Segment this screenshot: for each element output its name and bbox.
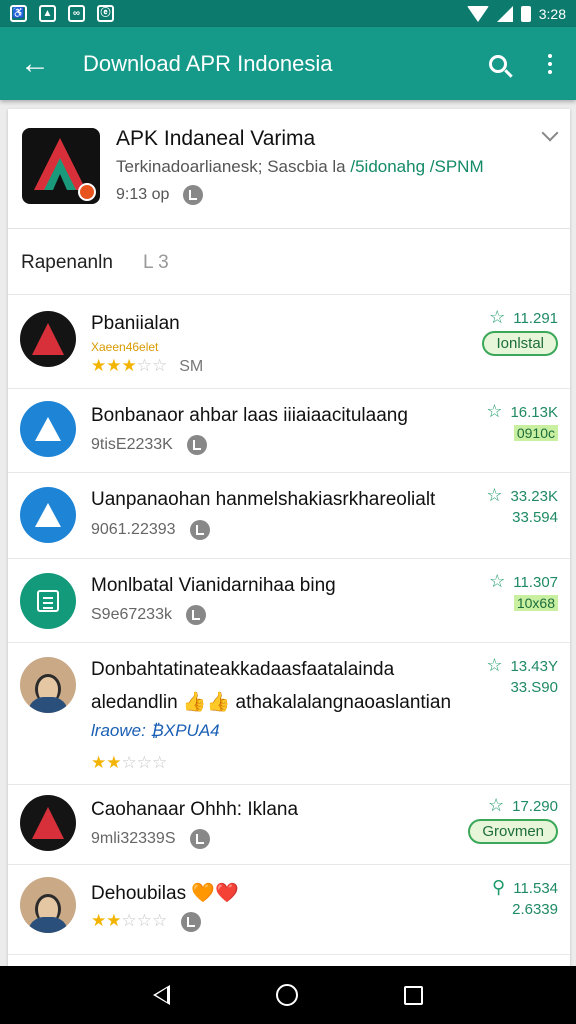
- more-vert-button[interactable]: [524, 27, 576, 100]
- verified-icon: [181, 911, 202, 932]
- list-item[interactable]: Uanpanaohan hanmelshakiasrkhareolialt 90…: [8, 473, 570, 559]
- item-rating: 11.291: [513, 310, 558, 327]
- install-button[interactable]: Ionlstal: [482, 331, 558, 356]
- store-icon: ⓔ: [97, 5, 114, 22]
- nav-home-icon[interactable]: [276, 984, 298, 1006]
- section-label: Rapenanln: [21, 252, 113, 273]
- app-time: 9:13 op: [116, 185, 204, 205]
- app-sub-link[interactable]: /5idonahg /SPNM: [350, 157, 483, 176]
- item-count: 2.6339: [512, 901, 558, 918]
- star-icon: ☆: [487, 795, 505, 815]
- star-icon: ☆: [486, 401, 503, 421]
- app-avatar-icon: [20, 311, 76, 367]
- user-avatar: [20, 877, 76, 933]
- item-meta: 9mli32339S: [91, 829, 210, 849]
- battery-icon: [520, 5, 531, 22]
- app-avatar-icon: [20, 795, 76, 851]
- search-button[interactable]: [472, 27, 524, 100]
- app-header[interactable]: APK Indaneal Varima Terkinadoarlianesk; …: [8, 109, 570, 229]
- status-bar: ♿ ▲ ∞ ⓔ 3:28: [0, 0, 576, 27]
- item-title: Pbaniialan: [91, 313, 180, 334]
- nav-recents-icon[interactable]: [404, 985, 423, 1005]
- star-icon: ☆: [489, 307, 506, 327]
- clock: 3:28: [538, 5, 566, 22]
- accessibility-icon: ♿: [10, 5, 27, 22]
- item-title-line2: aledandlin 👍👍 athakalalangnaoaslantian: [91, 692, 452, 713]
- user-avatar: [20, 657, 76, 713]
- verified-icon: [185, 605, 206, 625]
- item-stats: ☆ 33.23K 33.594: [486, 485, 558, 526]
- section-count: L 3: [143, 252, 169, 273]
- item-badge: 10x68: [513, 595, 558, 611]
- rating-stars: ★★☆☆☆: [91, 911, 202, 932]
- item-accent: Xaeen46elet: [91, 340, 159, 354]
- item-stats: ☆ 13.43Y 33.S90: [486, 655, 558, 696]
- document-avatar-icon: [20, 573, 76, 629]
- signal-icon: [496, 5, 513, 22]
- navigation-avatar-icon: [20, 487, 76, 543]
- list-item[interactable]: Donbahtatinateakkadaasfaatalainda aledan…: [8, 643, 570, 785]
- star-icon: ☆: [486, 655, 503, 675]
- navigation-avatar-icon: [20, 401, 76, 457]
- lock-icon: ⚲: [492, 877, 506, 897]
- item-count: 33.594: [512, 509, 558, 526]
- item-count: 33.S90: [510, 679, 558, 696]
- more-vert-icon: [548, 53, 552, 74]
- item-title: Donbahtatinateakkadaasfaatalainda: [91, 659, 395, 680]
- content-card: APK Indaneal Varima Terkinadoarlianesk; …: [8, 109, 570, 967]
- search-icon: [489, 54, 507, 73]
- item-badge: 0910c: [513, 425, 558, 441]
- page-title: Download APR Indonesia: [83, 50, 333, 76]
- verified-icon: [183, 185, 204, 205]
- nav-back-icon[interactable]: [153, 985, 170, 1005]
- item-tag: lraowe: ₿XPUA4: [91, 721, 220, 740]
- wifi-icon: [466, 5, 489, 22]
- rating-stars: ★★★☆☆ SM: [91, 356, 204, 375]
- image-icon: ▲: [39, 5, 56, 22]
- arrow-left-icon[interactable]: ←: [0, 27, 70, 100]
- list-item[interactable]: Pbaniialan Xaeen46elet ★★★☆☆ SM ☆ 11.291 I…: [8, 295, 570, 389]
- item-title: Monlbatal Vianidarnihaa bing: [91, 575, 336, 596]
- system-nav-bar: [0, 966, 576, 1024]
- section-header: Rapenanln L 3: [8, 229, 570, 295]
- item-stats: ☆ 17.290 Grovmen: [468, 795, 558, 844]
- app-name: APK Indaneal Varima: [116, 127, 316, 150]
- list-item[interactable]: Bonbanaor ahbar laas iiiaiaacitulaang 9t…: [8, 389, 570, 473]
- item-stats: ☆ 16.13K 0910c: [486, 401, 558, 441]
- verified-icon: [186, 435, 207, 455]
- rating-stars: ★★☆☆☆: [91, 753, 168, 772]
- list-item[interactable]: Dehoubilas 🧡❤️ ★★☆☆☆ ⚲ 11.534 2.6339: [8, 865, 570, 955]
- chevron-down-icon[interactable]: [541, 124, 559, 142]
- star-icon: ☆: [486, 485, 503, 505]
- item-stats: ☆ 11.307 10x68: [489, 571, 558, 611]
- action-button[interactable]: Grovmen: [468, 819, 558, 844]
- item-meta: S9e67233k: [91, 605, 206, 625]
- list-item[interactable]: Monlbatal Vianidarnihaa bing S9e67233k ☆…: [8, 559, 570, 643]
- app-bar: ← Download APR Indonesia: [0, 27, 576, 100]
- item-meta: 9tisE2233K: [91, 435, 207, 455]
- verified-icon: [189, 829, 210, 849]
- item-title: Dehoubilas 🧡❤️: [91, 883, 239, 904]
- item-title: Uanpanaohan hanmelshakiasrkhareolialt: [91, 489, 436, 510]
- item-title: Bonbanaor ahbar laas iiiaiaacitulaang: [91, 405, 408, 426]
- item-stats: ⚲ 11.534 2.6339: [492, 877, 558, 918]
- item-stats: ☆ 11.291 Ionlstal: [482, 307, 558, 356]
- item-meta: 9061.22393: [91, 520, 210, 540]
- verified-icon: [189, 520, 210, 540]
- notification-badge: [78, 183, 96, 201]
- list-item[interactable]: Caohanaar Ohhh: Iklana 9mli32339S ☆ 17.29…: [8, 785, 570, 865]
- star-icon: ☆: [489, 571, 506, 591]
- sync-icon: ∞: [68, 5, 85, 22]
- item-title: Caohanaar Ohhh: Iklana: [91, 799, 299, 820]
- app-subtitle: Terkinadoarlianesk; Sascbia la /5idonahg…: [116, 157, 484, 176]
